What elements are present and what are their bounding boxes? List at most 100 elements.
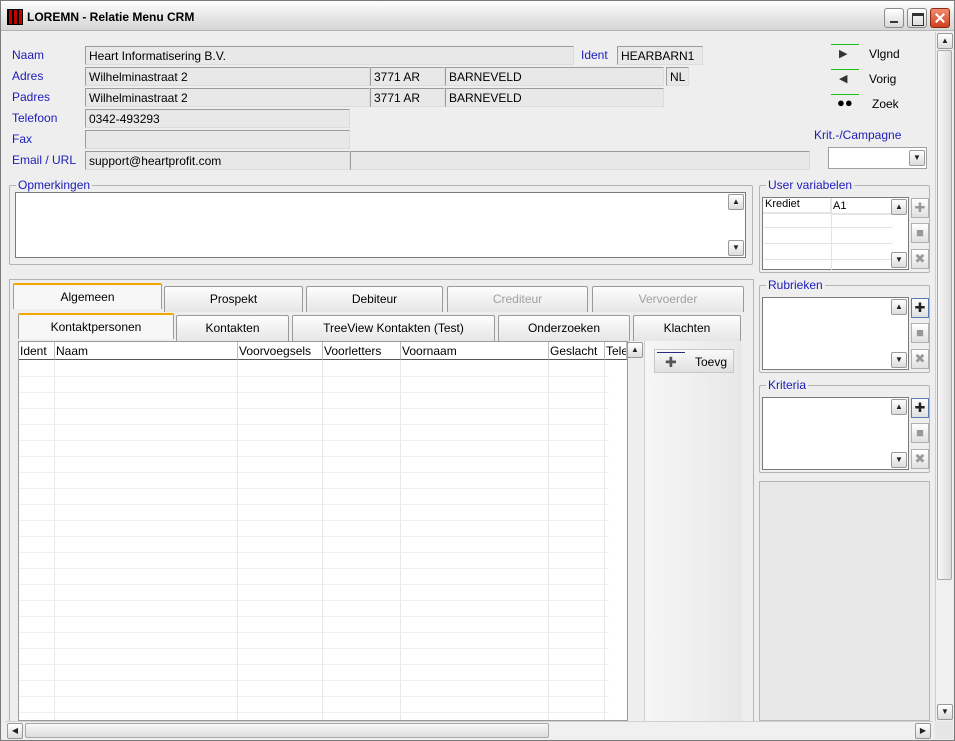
user-variabelen-title: User variabelen [766, 178, 855, 192]
telefoon-label: Telefoon [12, 111, 58, 125]
email-label: Email / URL [12, 153, 77, 167]
vertical-scrollbar[interactable]: ▲ ▼ [935, 32, 953, 721]
adres-postcode-field[interactable]: 3771 AR [370, 67, 445, 86]
scroll-up-icon[interactable]: ▲ [891, 199, 907, 215]
scroll-up-icon[interactable]: ▲ [891, 399, 907, 415]
scroll-left-icon[interactable]: ◀ [7, 723, 23, 739]
col-header-voorletters[interactable]: Voorletters [323, 342, 401, 360]
tab-prospekt[interactable]: Prospekt [164, 286, 303, 312]
user-variabelen-list[interactable]: Krediet A1 ▲ ▼ [762, 197, 909, 270]
col-header-geslacht[interactable]: Geslacht [549, 342, 605, 360]
grid-row-line [19, 680, 609, 681]
tab-kontaktpersonen[interactable]: Kontaktpersonen [18, 313, 174, 339]
grid-row-line [19, 552, 609, 553]
arrow-left-icon: ◀ [839, 73, 848, 85]
col-header-ident[interactable]: Ident [19, 342, 55, 360]
scroll-up-icon[interactable]: ▲ [728, 194, 744, 210]
add-icon[interactable]: ✚ [911, 398, 929, 418]
add-icon[interactable]: ✚ [911, 298, 929, 318]
url-field[interactable] [350, 151, 810, 170]
horizontal-scrollbar[interactable]: ◀ ▶ [5, 721, 933, 739]
edit-icon[interactable]: ■ [911, 323, 929, 343]
prev-label: Vorig [869, 72, 897, 86]
telefoon-field[interactable]: 0342-493293 [85, 109, 350, 128]
campaign-label: Krit.-/Campagne [814, 128, 902, 142]
grid-row-line [19, 632, 609, 633]
title-bar[interactable]: LOREMN - Relatie Menu CRM [1, 1, 954, 31]
col-header-voornaam[interactable]: Voornaam [401, 342, 549, 360]
fax-field[interactable] [85, 130, 350, 149]
rubrieken-group: Rubrieken ▲ ▼ ✚ ■ ✖ [759, 278, 930, 373]
tab-algemeen[interactable]: Algemeen [13, 283, 162, 309]
padres-straat-field[interactable]: Wilhelminastraat 2 [85, 88, 370, 107]
plus-icon: ✚ [665, 354, 677, 370]
col-header-telefoon[interactable]: Tele [605, 342, 627, 360]
add-icon[interactable]: ✚ [911, 198, 929, 218]
padres-postcode-field[interactable]: 3771 AR [370, 88, 445, 107]
adres-land-field[interactable]: NL [666, 67, 689, 86]
main-window: LOREMN - Relatie Menu CRM Naam Adres Pad… [0, 0, 955, 741]
adres-plaats-field[interactable]: BARNEVELD [445, 67, 664, 86]
tab-treeview-kontakten[interactable]: TreeView Kontakten (Test) [292, 315, 495, 341]
next-label: Vlgnd [869, 47, 900, 61]
ident-field[interactable]: HEARBARN1 [617, 46, 703, 65]
binoculars-icon: ●● [837, 95, 853, 110]
grid-row-line [19, 520, 609, 521]
tab-kontakten[interactable]: Kontakten [176, 315, 289, 341]
scroll-down-icon[interactable]: ▼ [891, 352, 907, 368]
previous-record-button[interactable]: ◀ Vorig [829, 69, 929, 89]
close-button[interactable] [930, 8, 950, 28]
kriteria-list[interactable]: ▲ ▼ [762, 397, 909, 470]
email-field[interactable]: support@heartprofit.com [85, 151, 350, 170]
grid-row-line [19, 664, 609, 665]
edit-icon[interactable]: ■ [911, 223, 929, 243]
ident-label: Ident [581, 48, 608, 62]
opmerkingen-textarea[interactable]: ▲ ▼ [15, 192, 746, 258]
grid-row-line [19, 696, 609, 697]
edit-icon[interactable]: ■ [911, 423, 929, 443]
grid-row-line [19, 712, 609, 713]
adres-straat-field[interactable]: Wilhelminastraat 2 [85, 67, 370, 86]
tab-debiteur[interactable]: Debiteur [306, 286, 443, 312]
delete-icon[interactable]: ✖ [911, 349, 929, 369]
col-header-voorvoegsels[interactable]: Voorvoegsels [238, 342, 323, 360]
scroll-down-icon[interactable]: ▼ [937, 704, 953, 720]
minimize-button[interactable] [884, 8, 904, 28]
tab-crediteur[interactable]: Crediteur [447, 286, 588, 312]
fax-label: Fax [12, 132, 33, 146]
scroll-right-icon[interactable]: ▶ [915, 723, 931, 739]
delete-icon[interactable]: ✖ [911, 449, 929, 469]
scroll-up-icon[interactable]: ▲ [627, 342, 643, 358]
rubrieken-list[interactable]: ▲ ▼ [762, 297, 909, 370]
maximize-button[interactable] [907, 8, 927, 28]
uv-name-cell[interactable]: Krediet [763, 198, 831, 213]
scroll-down-icon[interactable]: ▼ [891, 252, 907, 268]
horizontal-scroll-thumb[interactable] [25, 723, 549, 738]
app-logo-icon [7, 9, 23, 25]
grid-row-line [19, 600, 609, 601]
delete-icon[interactable]: ✖ [911, 249, 929, 269]
window-title: LOREMN - Relatie Menu CRM [27, 10, 195, 24]
next-record-button[interactable]: ▶ Vlgnd [829, 44, 929, 64]
arrow-right-icon: ▶ [839, 48, 848, 60]
naam-field[interactable]: Heart Informatisering B.V. [85, 46, 574, 65]
tab-vervoerder[interactable]: Vervoerder [592, 286, 744, 312]
col-header-naam[interactable]: Naam [55, 342, 238, 360]
tab-onderzoeken[interactable]: Onderzoeken [498, 315, 630, 341]
search-button[interactable]: ●● Zoek [829, 94, 929, 114]
scroll-down-icon[interactable]: ▼ [891, 452, 907, 468]
padres-plaats-field[interactable]: BARNEVELD [445, 88, 664, 107]
grid-row-line [19, 616, 609, 617]
add-contact-button[interactable]: ✚ Toevg [654, 349, 734, 373]
chevron-down-icon[interactable]: ▼ [909, 150, 925, 166]
grid-row-line [19, 424, 609, 425]
campaign-select[interactable]: ▼ [828, 147, 927, 169]
scroll-up-icon[interactable]: ▲ [937, 33, 953, 49]
grid-row-line [19, 456, 609, 457]
scroll-down-icon[interactable]: ▼ [728, 240, 744, 256]
vertical-scroll-thumb[interactable] [937, 50, 952, 580]
tab-klachten[interactable]: Klachten [633, 315, 741, 341]
kontaktpersonen-grid[interactable]: Ident Naam Voorvoegsels Voorletters Voor… [18, 341, 643, 721]
grid-row-line [19, 408, 609, 409]
scroll-up-icon[interactable]: ▲ [891, 299, 907, 315]
